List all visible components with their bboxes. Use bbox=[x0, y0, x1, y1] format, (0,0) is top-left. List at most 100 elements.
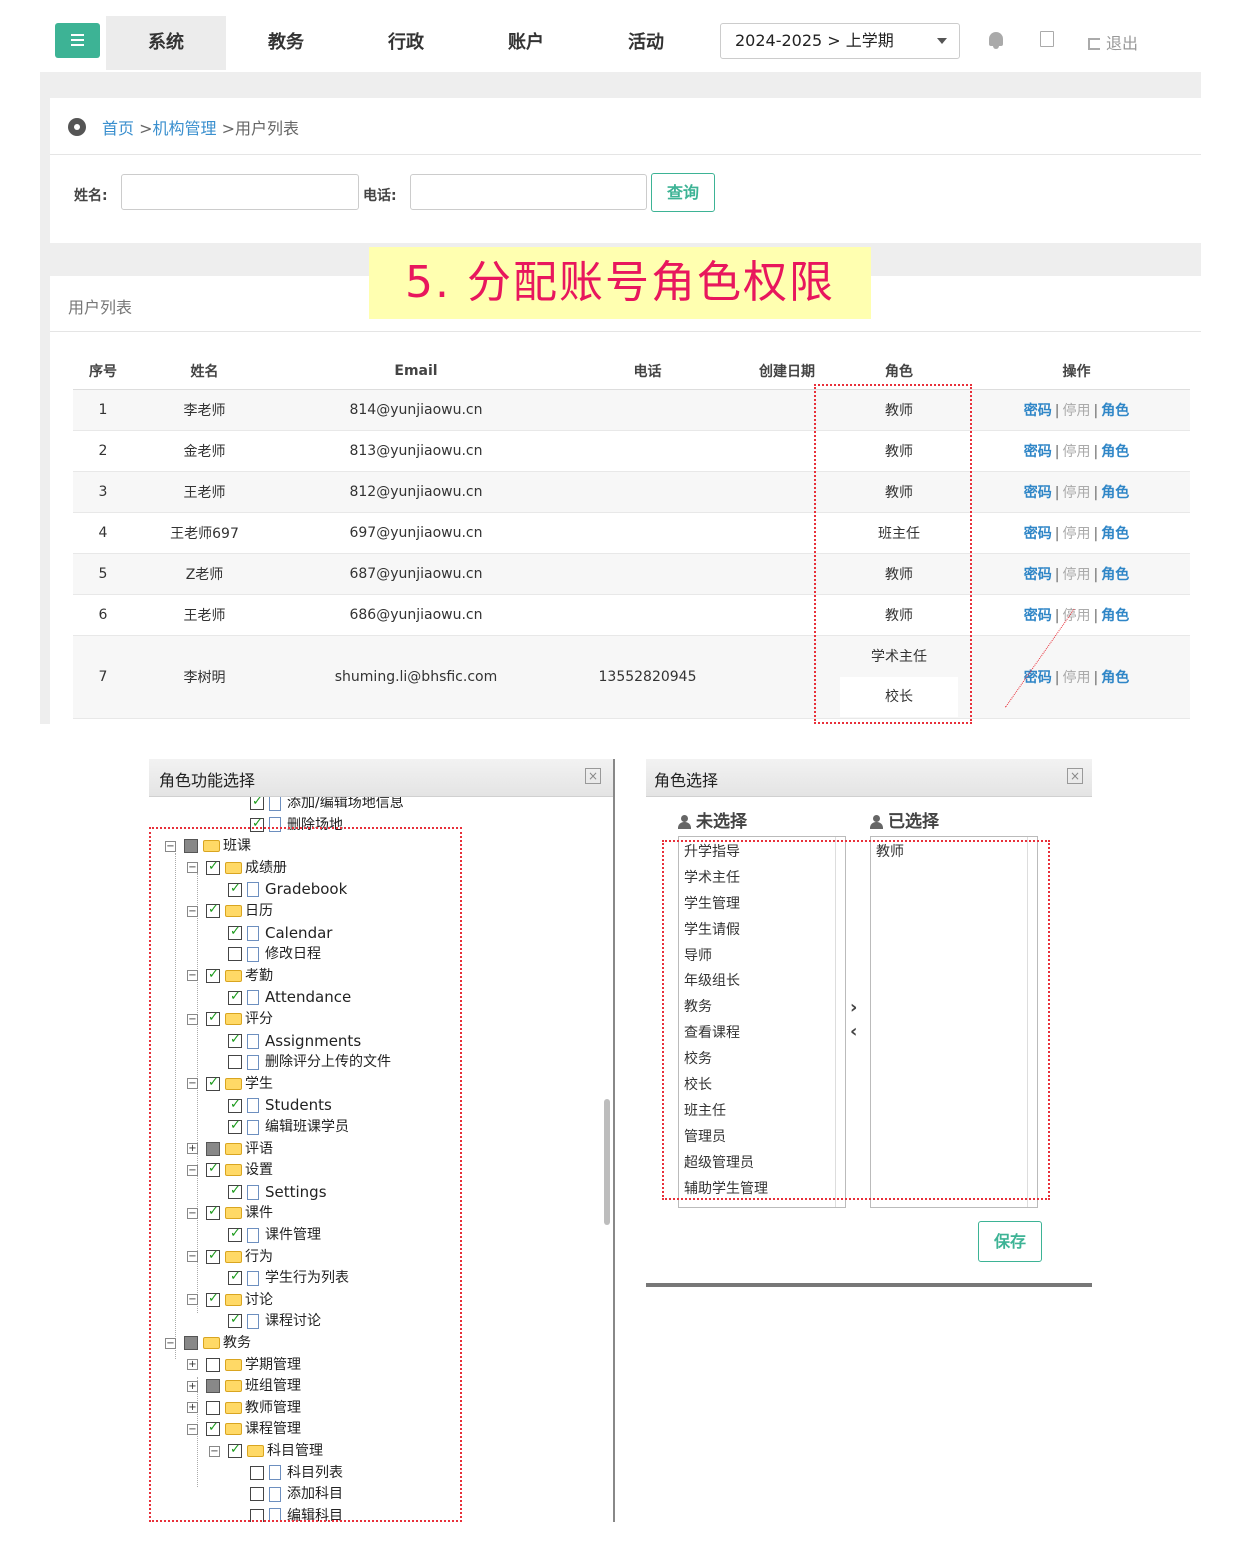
close-icon[interactable]: × bbox=[1067, 768, 1083, 784]
col-header-email: Email bbox=[276, 354, 556, 390]
menu-icon bbox=[71, 34, 84, 36]
table-row: 6 王老师 686@yunjiaowu.cn 教师 密码 | 停用 | 角色 bbox=[73, 594, 1190, 636]
phone-input[interactable] bbox=[410, 174, 647, 210]
step-annotation: 5. 分配账号角色权限 bbox=[369, 247, 871, 319]
user-icon bbox=[870, 815, 883, 829]
tree-node[interactable]: 添加/编辑场地信息 bbox=[250, 797, 404, 813]
table-row: 3 王老师 812@yunjiaowu.cn 教师 密码 | 停用 | 角色 bbox=[73, 471, 1190, 513]
cell-phone: 13552820945 bbox=[556, 635, 739, 719]
list-title: 用户列表 bbox=[68, 298, 133, 317]
cell-ops: 密码 | 停用 | 角色 bbox=[963, 471, 1190, 513]
cell-phone bbox=[556, 512, 739, 554]
cell-ops: 密码 | 停用 | 角色 bbox=[963, 635, 1190, 719]
nav-account[interactable]: 账户 bbox=[466, 16, 586, 70]
cell-ops: 密码 | 停用 | 角色 bbox=[963, 512, 1190, 554]
cell-email: 686@yunjiaowu.cn bbox=[276, 594, 556, 636]
role-link[interactable]: 角色 bbox=[1101, 608, 1129, 624]
password-link[interactable]: 密码 bbox=[1024, 485, 1052, 501]
cell-email: shuming.li@bhsfic.com bbox=[276, 635, 556, 719]
role-link[interactable]: 角色 bbox=[1101, 403, 1129, 419]
term-select-value: 2024-2025 > 上学期 bbox=[735, 31, 894, 50]
save-button[interactable]: 保存 bbox=[978, 1221, 1042, 1262]
role-link[interactable]: 角色 bbox=[1101, 670, 1129, 686]
cell-no: 6 bbox=[73, 594, 133, 636]
nav-academic[interactable]: 教务 bbox=[226, 16, 346, 70]
cell-ops: 密码 | 停用 | 角色 bbox=[963, 430, 1190, 472]
role-link[interactable]: 角色 bbox=[1101, 444, 1129, 460]
cell-no: 3 bbox=[73, 471, 133, 513]
sign-out-icon bbox=[1088, 38, 1100, 50]
name-label: 姓名: bbox=[74, 188, 108, 204]
role-link[interactable]: 角色 bbox=[1101, 526, 1129, 542]
col-header-no: 序号 bbox=[73, 354, 133, 390]
password-link[interactable]: 密码 bbox=[1024, 567, 1052, 583]
dialog-title: 角色功能选择 bbox=[159, 771, 256, 790]
checkbox[interactable] bbox=[250, 797, 264, 812]
cell-email: 812@yunjiaowu.cn bbox=[276, 471, 556, 513]
disable-link[interactable]: 停用 bbox=[1063, 485, 1091, 501]
table-row: 5 Z老师 687@yunjiaowu.cn 教师 密码 | 停用 | 角色 bbox=[73, 553, 1190, 595]
disable-link[interactable]: 停用 bbox=[1063, 403, 1091, 419]
logout-label: 退出 bbox=[1106, 34, 1139, 53]
cell-no: 4 bbox=[73, 512, 133, 554]
table-row: 2 金老师 813@yunjiaowu.cn 教师 密码 | 停用 | 角色 bbox=[73, 430, 1190, 472]
top-navbar: 系统 教务 行政 账户 活动 2024-2025 > 上学期 退出 bbox=[40, 0, 1201, 72]
menu-toggle-button[interactable] bbox=[55, 23, 100, 58]
cell-email: 697@yunjiaowu.cn bbox=[276, 512, 556, 554]
cell-name: 李老师 bbox=[133, 389, 276, 431]
cell-name: 王老师697 bbox=[133, 512, 276, 554]
tree-highlight bbox=[149, 827, 462, 1522]
dialog-title: 角色选择 bbox=[654, 771, 719, 790]
disable-link[interactable]: 停用 bbox=[1063, 608, 1091, 624]
table-header-row: 序号 姓名 Email 电话 创建日期 角色 操作 bbox=[73, 354, 1190, 390]
cell-name: Z老师 bbox=[133, 553, 276, 595]
search-panel: 首页 >机构管理 >用户列表 姓名: 电话: 查询 bbox=[50, 98, 1201, 243]
password-link[interactable]: 密码 bbox=[1024, 526, 1052, 542]
cell-ops: 密码 | 停用 | 角色 bbox=[963, 389, 1190, 431]
breadcrumb-home[interactable]: 首页 bbox=[102, 119, 134, 138]
password-link[interactable]: 密码 bbox=[1024, 403, 1052, 419]
nav-admin[interactable]: 行政 bbox=[346, 16, 466, 70]
tree-node-label: 添加/编辑场地信息 bbox=[287, 797, 404, 811]
role-link[interactable]: 角色 bbox=[1101, 485, 1129, 501]
password-link[interactable]: 密码 bbox=[1024, 444, 1052, 460]
divider bbox=[50, 154, 1201, 155]
cell-ops: 密码 | 停用 | 角色 bbox=[963, 553, 1190, 595]
bell-icon[interactable] bbox=[989, 32, 1003, 49]
role-link[interactable]: 角色 bbox=[1101, 567, 1129, 583]
document-icon bbox=[269, 797, 281, 811]
cell-phone bbox=[556, 471, 739, 513]
cell-no: 2 bbox=[73, 430, 133, 472]
term-select[interactable]: 2024-2025 > 上学期 bbox=[720, 23, 960, 59]
divider bbox=[50, 331, 1201, 332]
col-header-name: 姓名 bbox=[133, 354, 276, 390]
close-icon[interactable]: × bbox=[585, 768, 601, 784]
nav-system[interactable]: 系统 bbox=[106, 16, 226, 70]
dialog-header: 角色选择 × bbox=[646, 759, 1092, 797]
cell-email: 813@yunjiaowu.cn bbox=[276, 430, 556, 472]
cell-phone bbox=[556, 389, 739, 431]
col-header-ops: 操作 bbox=[963, 354, 1190, 390]
unselected-heading: 未选择 bbox=[678, 807, 747, 832]
scrollbar[interactable] bbox=[604, 1099, 610, 1225]
caret-down-icon bbox=[937, 38, 947, 44]
query-button[interactable]: 查询 bbox=[651, 173, 715, 212]
table-row: 4 王老师697 697@yunjiaowu.cn 班主任 密码 | 停用 | 角色 bbox=[73, 512, 1190, 554]
cell-no: 7 bbox=[73, 635, 133, 719]
disable-link[interactable]: 停用 bbox=[1063, 567, 1091, 583]
disable-link[interactable]: 停用 bbox=[1063, 526, 1091, 542]
nav-activity[interactable]: 活动 bbox=[586, 16, 706, 70]
role-column-highlight bbox=[814, 384, 972, 724]
name-input[interactable] bbox=[121, 174, 359, 210]
password-link[interactable]: 密码 bbox=[1024, 608, 1052, 624]
logout-button[interactable]: 退出 bbox=[1088, 30, 1138, 54]
disable-link[interactable]: 停用 bbox=[1063, 670, 1091, 686]
cell-no: 1 bbox=[73, 389, 133, 431]
translate-icon[interactable] bbox=[1040, 31, 1054, 47]
disable-link[interactable]: 停用 bbox=[1063, 444, 1091, 460]
breadcrumb-org[interactable]: 机构管理 bbox=[153, 119, 217, 138]
cell-phone bbox=[556, 553, 739, 595]
cell-ops: 密码 | 停用 | 角色 bbox=[963, 594, 1190, 636]
breadcrumb-current: 用户列表 bbox=[235, 119, 300, 138]
breadcrumb: 首页 >机构管理 >用户列表 bbox=[102, 119, 300, 138]
